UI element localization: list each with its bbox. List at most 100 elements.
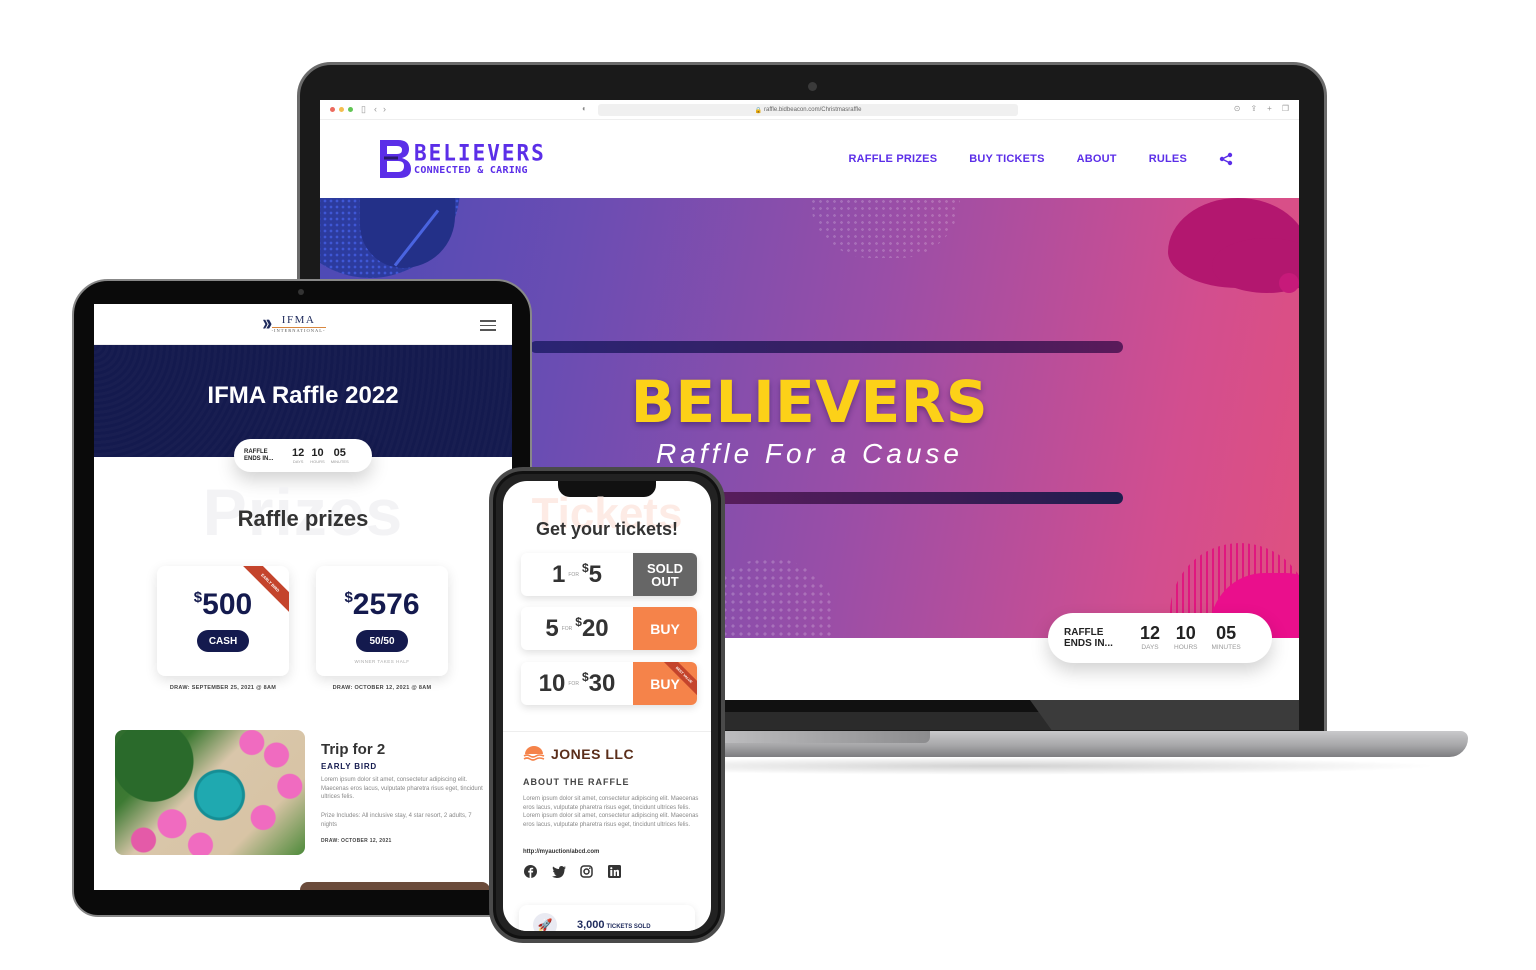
share-icon[interactable] — [1219, 152, 1233, 166]
section-divider — [503, 731, 711, 732]
linkedin-icon[interactable] — [607, 864, 622, 879]
countdown-minutes: 05 MINUTES — [330, 447, 349, 464]
countdown-caption: MINUTES — [330, 458, 349, 464]
ticket-bundle: 10 FOR $30 — [538, 669, 616, 697]
countdown-hours: 10 HOURS — [1174, 624, 1197, 652]
decor-bar — [530, 341, 1123, 353]
prizes-title: Raffle prizes — [237, 506, 369, 531]
nav-raffle-prizes[interactable]: RAFFLE PRIZES — [848, 153, 937, 165]
sidebar-toggle-icon[interactable]: ▯ — [361, 105, 366, 114]
prize-card[interactable]: $2576 50/50 WINNER TAKES HALF — [316, 566, 448, 676]
privacy-shield-icon[interactable]: ◐ — [582, 104, 587, 113]
featured-prize-subtitle: EARLY BIRD — [321, 762, 378, 771]
url-text: raffle.bidbeacon.com/Christmasraffle — [763, 107, 862, 113]
prize-type-badge: 50/50 — [356, 630, 408, 652]
window-controls — [330, 107, 353, 112]
decor-bar — [700, 492, 1123, 504]
countdown-value: 12 — [292, 446, 305, 459]
countdown-label-line1: RAFFLE — [1064, 626, 1104, 638]
ticket-option: 5 FOR $20 BUY — [521, 607, 697, 650]
countdown-days: 12 DAYS — [1140, 624, 1160, 652]
prize-amount: $500 — [193, 588, 253, 621]
minimize-window-button[interactable] — [339, 107, 344, 112]
featured-prize-draw-date: DRAW: OCTOBER 12, 2021 — [321, 838, 392, 844]
ifma-logo-name: IFMA — [271, 314, 326, 328]
tickets-title: Get your tickets! — [535, 519, 679, 539]
tablet-screen: »› IFMA -INTERNATIONAL- IFMA Raffle 2022… — [94, 304, 512, 890]
browser-actions: ⊙ ⇪ + ❐ — [1234, 104, 1289, 113]
countdown-minutes: 05 MINUTES — [1212, 624, 1241, 652]
back-icon[interactable]: ‹ — [374, 105, 377, 114]
nav-about[interactable]: ABOUT — [1077, 153, 1117, 165]
countdown-label: RAFFLE ENDS IN... — [244, 449, 292, 463]
countdown-label-line2: ENDS IN... — [1064, 638, 1113, 649]
lock-icon: 🔒 — [754, 107, 762, 114]
laptop-hinge-glare — [1030, 700, 1299, 730]
new-tab-icon[interactable]: + — [1267, 104, 1272, 113]
browser-toolbar: ▯ ‹ › ◐ 🔒 raffle.bidbeacon.com/Christmas… — [320, 100, 1299, 120]
ifma-logo-sub: -INTERNATIONAL- — [271, 327, 326, 333]
sun-waves-logo-icon — [523, 746, 545, 761]
nav-buy-tickets[interactable]: BUY TICKETS — [969, 153, 1044, 165]
about-title: ABOUT THE RAFFLE — [523, 777, 630, 787]
jones-logo[interactable]: JONES LLC — [523, 746, 634, 762]
countdown-caption: MINUTES — [1211, 644, 1241, 652]
countdown-value: 10 — [1175, 623, 1196, 644]
countdown-caption: DAYS — [292, 458, 304, 464]
trip-prize-image[interactable] — [115, 730, 305, 855]
decor-dot — [1279, 273, 1299, 293]
tablet-countdown-timer: RAFFLE ENDS IN... 12 DAYS 10 HOURS 05 MI… — [234, 439, 372, 472]
address-bar[interactable]: 🔒 raffle.bidbeacon.com/Christmasraffle — [598, 104, 1018, 116]
twitter-icon[interactable] — [551, 864, 566, 879]
prize-draw-date: DRAW: OCTOBER 12, 2021 @ 8AM — [332, 685, 432, 691]
share-browser-icon[interactable]: ⇪ — [1250, 104, 1257, 113]
next-prize-image[interactable] — [300, 882, 490, 890]
prize-amount: $2576 — [344, 588, 420, 621]
hamburger-menu-icon[interactable] — [480, 320, 496, 334]
tickets-sold-label: TICKETS SOLD — [606, 924, 651, 930]
rocket-icon: 🚀 — [533, 913, 557, 931]
logo-title: BELIEVERS — [414, 139, 546, 166]
buy-button[interactable]: BUY — [633, 607, 697, 650]
countdown-timer: RAFFLE ENDS IN... 12 DAYS 10 HOURS 05 MI… — [1048, 613, 1272, 663]
ticket-option: 1 FOR $5 SOLD OUT — [521, 553, 697, 596]
tickets-sold-card: 🚀 3,000 TICKETS SOLD — [519, 905, 695, 931]
countdown-caption: DAYS — [1141, 644, 1159, 652]
prize-draw-date: DRAW: SEPTEMBER 25, 2021 @ 8AM — [169, 685, 277, 691]
tablet-camera — [298, 289, 304, 295]
logo-subtitle: CONNECTED & CARING — [414, 164, 528, 176]
facebook-icon[interactable] — [523, 864, 538, 879]
countdown-label-line2: ENDS IN... — [244, 455, 274, 462]
forward-icon[interactable]: › — [383, 105, 386, 114]
countdown-value: 10 — [311, 446, 324, 459]
believers-logo[interactable]: BELIEVERS CONNECTED & CARING — [378, 138, 546, 180]
countdown-value: 12 — [1140, 623, 1161, 644]
close-window-button[interactable] — [330, 107, 335, 112]
tablet-site-header: »› IFMA -INTERNATIONAL- — [94, 304, 512, 345]
maximize-window-button[interactable] — [348, 107, 353, 112]
ifma-logo[interactable]: »› IFMA -INTERNATIONAL- — [262, 310, 326, 336]
org-website-link[interactable]: http://myauction/abcd.com — [523, 849, 599, 855]
ticket-option: 10 FOR $30 BUY BEST VALUE — [521, 662, 697, 705]
ticket-bundle: 1 FOR $5 — [552, 560, 602, 588]
about-body: Lorem ipsum dolor sit amet, consectetur … — [523, 796, 699, 829]
featured-prize-description: Lorem ipsum dolor sit amet, consectetur … — [321, 777, 483, 801]
nav-rules[interactable]: RULES — [1149, 153, 1187, 165]
logo-b-mark-icon — [380, 140, 411, 178]
ticket-bundle: 5 FOR $20 — [545, 614, 609, 642]
countdown-caption: HOURS — [310, 458, 325, 464]
phone-screen: Tickets Get your tickets! 1 FOR $5 SOLD OUT… — [503, 481, 711, 931]
tabs-overview-icon[interactable]: ❐ — [1282, 104, 1289, 113]
social-links — [523, 864, 622, 879]
laptop-camera — [808, 82, 817, 91]
prize-card[interactable]: EARLY BIRD $500 CASH — [157, 566, 289, 676]
instagram-icon[interactable] — [579, 864, 594, 879]
tickets-sold-counter: 3,000 TICKETS SOLD — [577, 915, 651, 931]
tickets-sold-count: 3,000 — [577, 919, 605, 931]
tablet-hero-title: IFMA Raffle 2022 — [207, 382, 399, 409]
download-icon[interactable]: ⊙ — [1234, 104, 1241, 113]
sold-out-button[interactable]: SOLD OUT — [633, 553, 697, 596]
main-nav: RAFFLE PRIZES BUY TICKETS ABOUT RULES — [848, 120, 1233, 198]
countdown-hours: 10 HOURS — [310, 446, 325, 464]
decor-blob — [360, 198, 455, 268]
